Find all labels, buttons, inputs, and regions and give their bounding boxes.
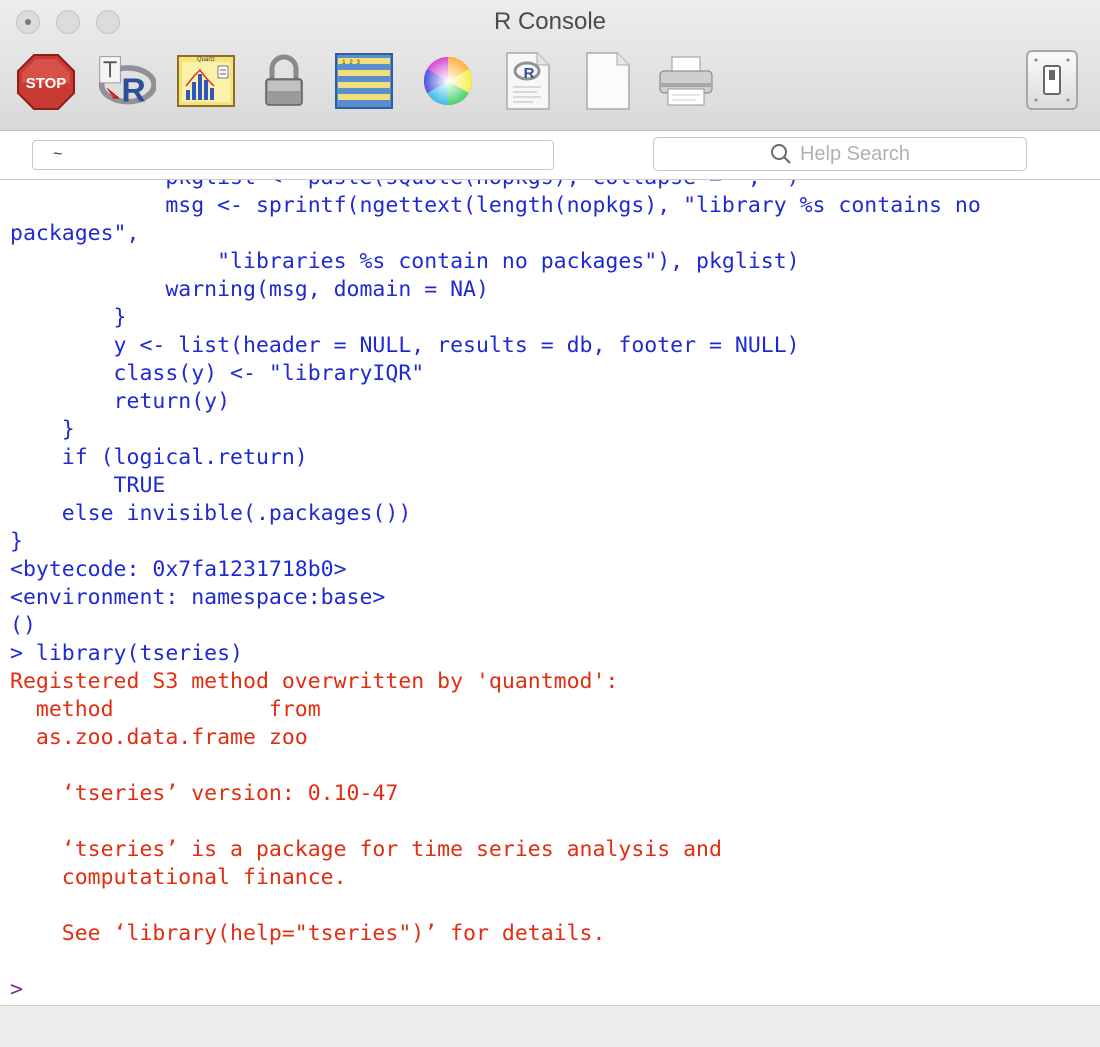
switch-icon (1034, 58, 1070, 102)
console-line: computational finance. (10, 865, 347, 890)
field-bar: ~ Help Search (0, 131, 1100, 180)
console-line: <environment: namespace:base> (10, 585, 386, 610)
quartz-icon: Quartz (177, 55, 235, 107)
console-line: "libraries %s contain no packages"), pkg… (10, 249, 800, 274)
console-line: } (10, 305, 127, 330)
console-line: } (10, 529, 23, 554)
help-search-placeholder: Help Search (799, 142, 911, 165)
lock-button[interactable] (254, 50, 314, 112)
console-line: if (logical.return) (10, 445, 308, 470)
source-script-button[interactable]: R (96, 50, 156, 112)
console-line: > library(tseries) (10, 641, 243, 666)
console-line: > (10, 977, 23, 1002)
r-source-icon: R (98, 56, 156, 110)
console-line: y <- list(header = NULL, results = db, f… (10, 333, 800, 358)
color-wheel-icon (423, 56, 473, 105)
window-title: R Console (493, 8, 607, 35)
stop-button[interactable]: STOP (16, 50, 76, 112)
console-line: pkglist <- paste(sQuote(nopkgs), collaps… (10, 180, 981, 192)
quartz-button[interactable]: Quartz (176, 50, 236, 112)
status-bar (0, 1005, 1100, 1047)
toggle-toolbar-button[interactable] (1026, 50, 1078, 110)
svg-text:1 2 3: 1 2 3 (342, 59, 360, 66)
console-line: msg <- sprintf(ngettext(length(nopkgs), … (10, 193, 981, 218)
new-document-icon (586, 52, 630, 110)
console-line: <bytecode: 0x7fa1231718b0> (10, 557, 347, 582)
console-line: return(y) (10, 389, 231, 414)
console-line: packages", (10, 221, 140, 246)
svg-text:R: R (121, 72, 145, 110)
r-document-icon: R (506, 52, 550, 110)
svg-text:R: R (524, 65, 535, 82)
print-button[interactable] (656, 50, 716, 112)
console-line: See ‘library(help="tseries")’ for detail… (10, 921, 606, 946)
search-icon (770, 144, 791, 164)
stop-label: STOP (26, 75, 67, 92)
console-line: ‘tseries’ is a package for time series a… (10, 837, 722, 862)
console-line: class(y) <- "libraryIQR" (10, 361, 425, 386)
r-document-button[interactable]: R (498, 50, 558, 112)
help-search-field[interactable]: Help Search (653, 137, 1027, 171)
console-line: () (10, 613, 36, 638)
lock-icon (265, 54, 303, 106)
data-editor-icon: 1 2 3 (335, 53, 393, 109)
quartz-label: Quartz (197, 57, 215, 63)
working-directory-field[interactable]: ~ (32, 140, 554, 170)
console-line: else invisible(.packages()) (10, 501, 412, 526)
console-line: } (10, 417, 75, 442)
console-line: ‘tseries’ version: 0.10-47 (10, 781, 399, 806)
colors-button[interactable] (418, 50, 478, 112)
console-line: as.zoo.data.frame zoo (10, 725, 308, 750)
new-document-button[interactable] (578, 50, 638, 112)
stop-icon: STOP (17, 54, 75, 110)
console-line: Registered S3 method overwritten by 'qua… (10, 669, 619, 694)
console-lines: pkglist <- paste(sQuote(nopkgs), collaps… (10, 180, 981, 1004)
console-output[interactable]: pkglist <- paste(sQuote(nopkgs), collaps… (0, 180, 1100, 1005)
console-line: TRUE (10, 473, 166, 498)
data-editor-button[interactable]: 1 2 3 (334, 50, 394, 112)
console-line: method from (10, 697, 321, 722)
r-console-window: R Console STOP R Quartz 1 2 3 R ~ Help S… (0, 0, 1100, 1047)
print-icon (659, 56, 713, 106)
console-line: warning(msg, domain = NA) (10, 277, 489, 302)
title-bar: R Console STOP R Quartz 1 2 3 R (0, 0, 1100, 131)
